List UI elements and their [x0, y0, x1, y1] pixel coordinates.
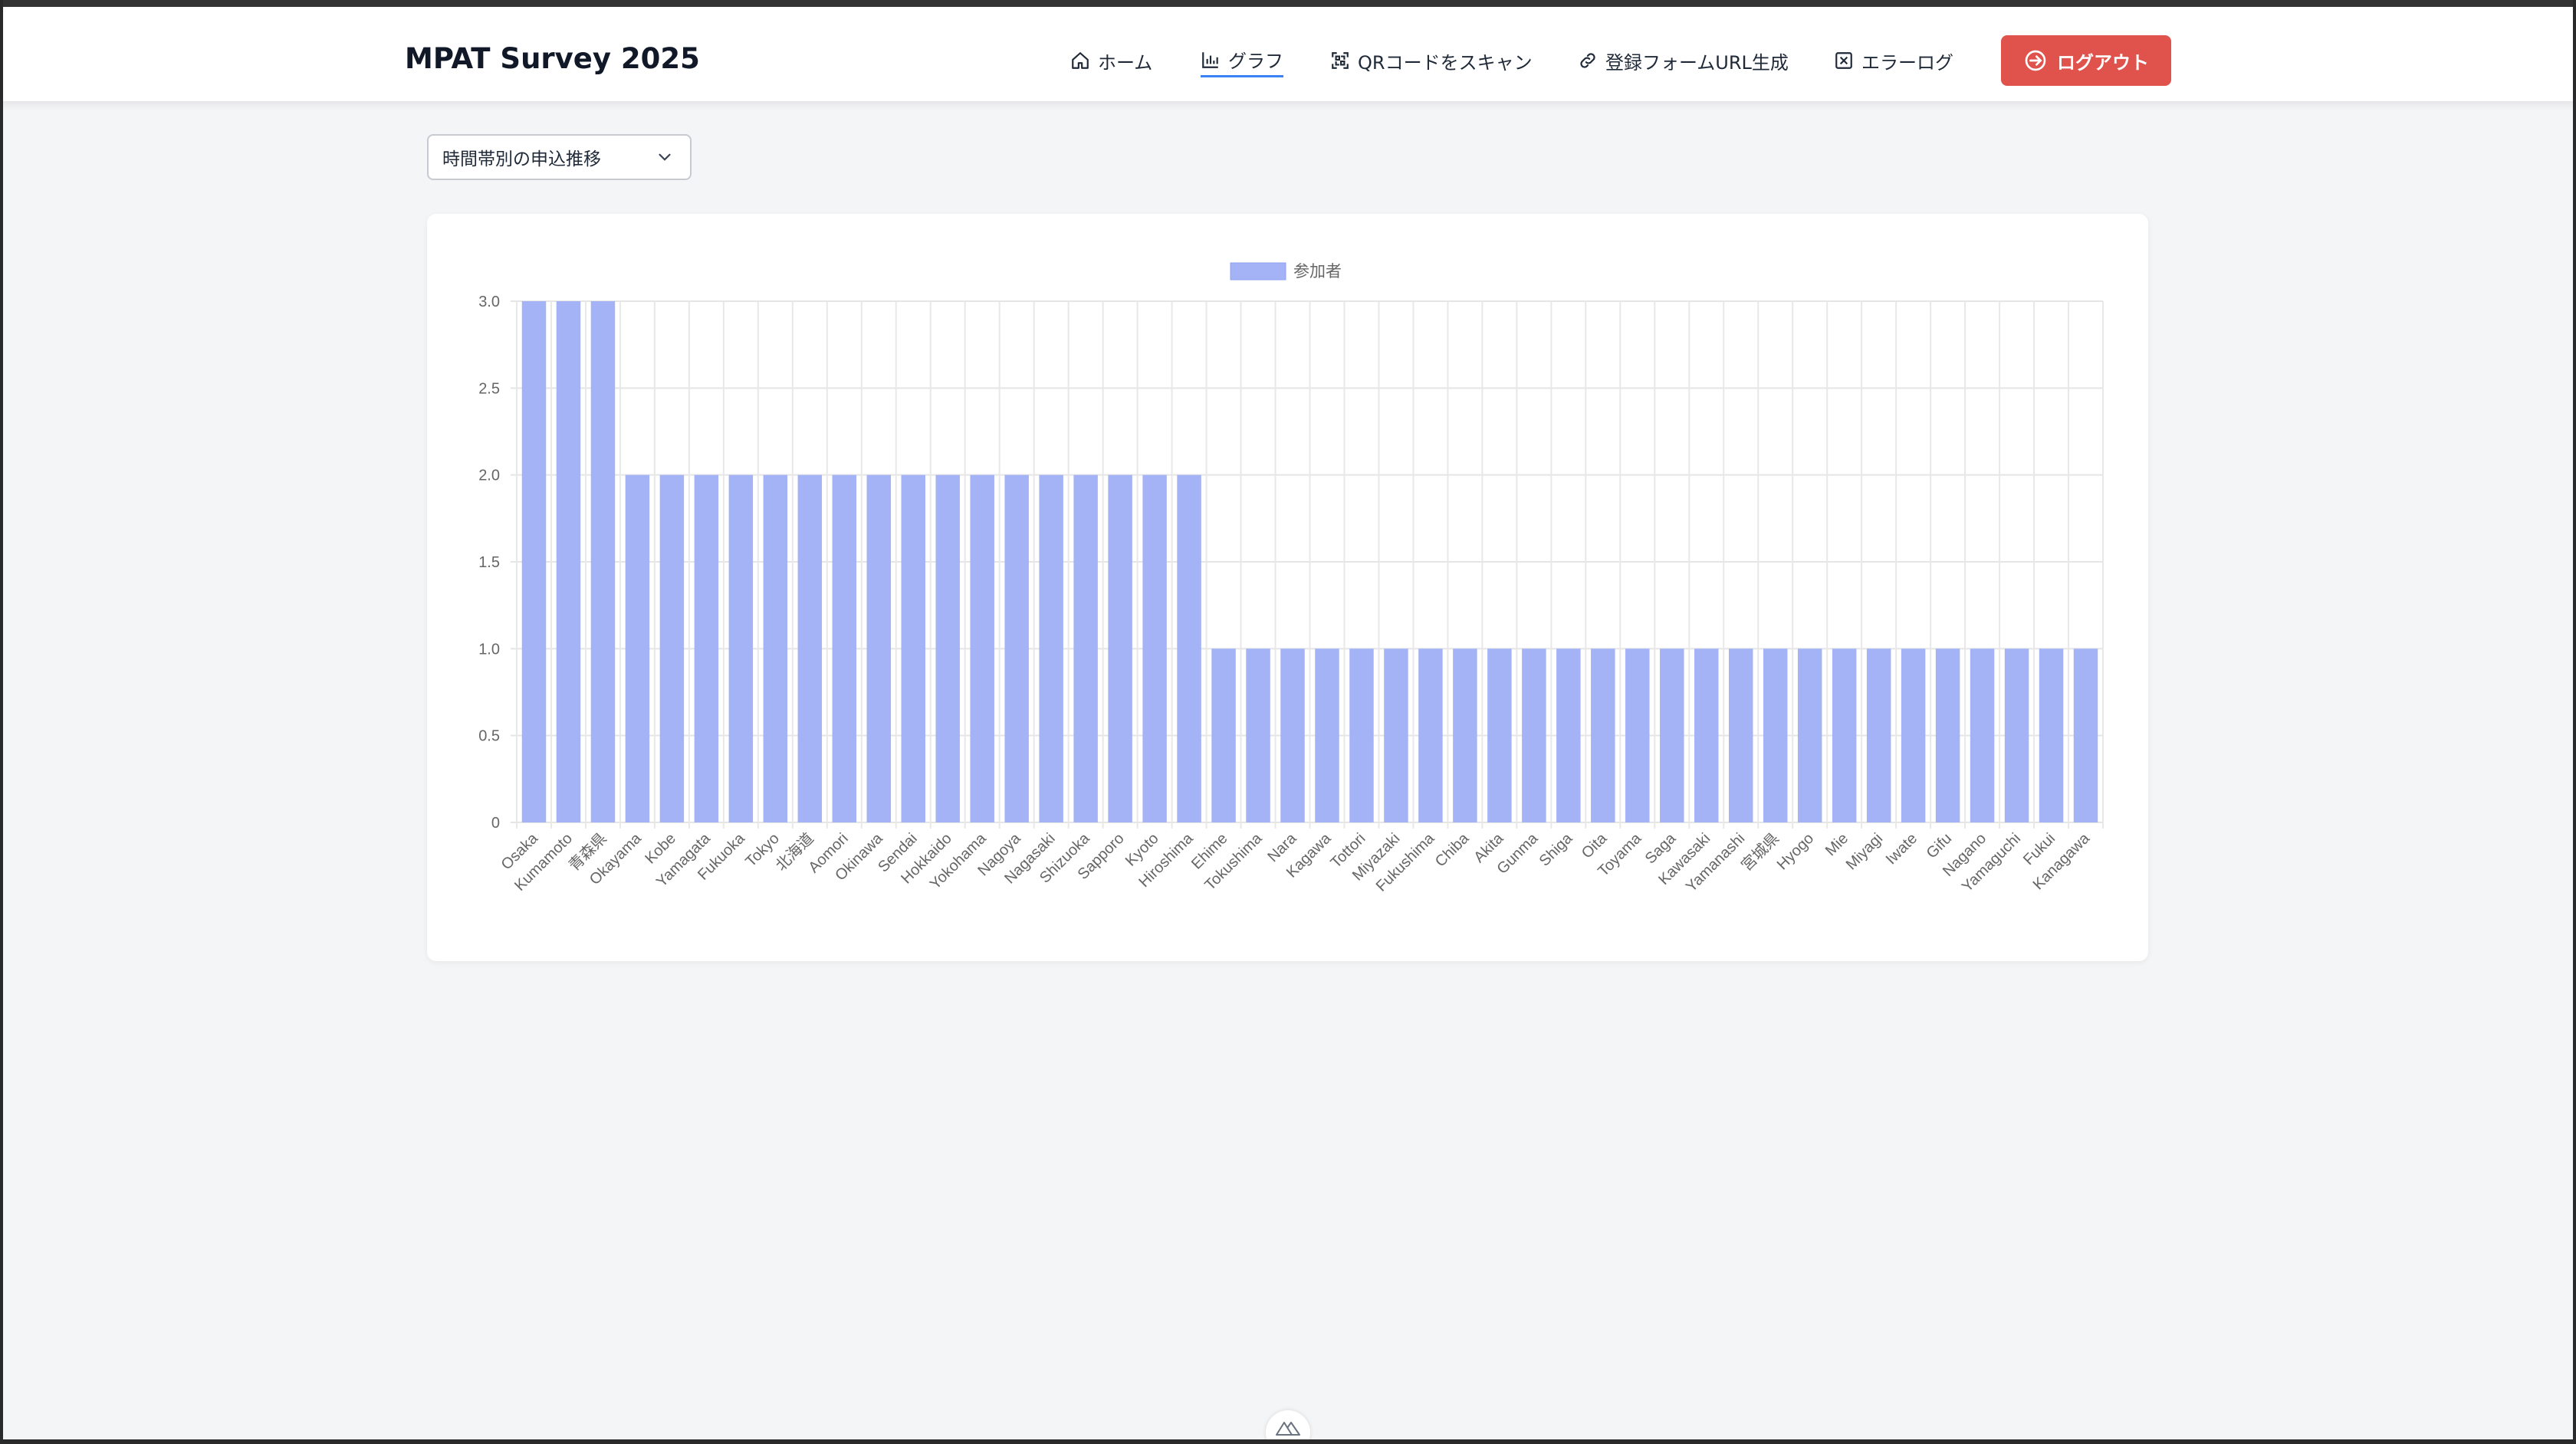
- error-log-icon: [1835, 52, 1852, 69]
- x-tick-label: Shiga: [1536, 829, 1576, 869]
- bar: [901, 474, 925, 822]
- logout-button[interactable]: ログアウト: [2001, 35, 2171, 86]
- bar: [1556, 648, 1581, 822]
- x-tick-label: Iwate: [1883, 830, 1921, 868]
- logout-icon: [2025, 50, 2046, 71]
- y-tick-label: 2.5: [478, 380, 500, 397]
- bar: [1073, 474, 1098, 822]
- chart-type-value: 時間帯別の申込推移: [442, 149, 601, 169]
- x-tick-label: Miyagi: [1843, 830, 1886, 873]
- y-tick-label: 1.5: [478, 554, 500, 571]
- chart-card: 0 0.5 1.0 1.5 2.0 2.5 3.0 Osaka Kumamoto 青森県 Okaya…: [427, 214, 2148, 961]
- bar: [2073, 648, 2098, 822]
- bar: [521, 301, 547, 822]
- bar: [556, 301, 581, 822]
- y-tick-label: 0: [491, 815, 500, 832]
- bar: [1384, 648, 1408, 822]
- bar: [1487, 648, 1512, 822]
- nav-form-url-label: 登録フォームURL生成: [1605, 51, 1789, 74]
- y-tick-label: 1.0: [478, 641, 500, 658]
- bar: [728, 474, 754, 822]
- bar: [1177, 474, 1201, 822]
- bar: [1246, 648, 1270, 822]
- bar: [1728, 648, 1753, 822]
- bar: [763, 474, 788, 822]
- x-tick-label: Mie: [1822, 830, 1852, 859]
- bar: [694, 474, 719, 822]
- bar: [1797, 648, 1822, 822]
- bar: [1694, 648, 1719, 822]
- legend-label: 参加者: [1293, 263, 1342, 281]
- legend-swatch: [1230, 262, 1286, 281]
- bar: [2039, 648, 2064, 822]
- nav-error-log-label: エラーログ: [1861, 51, 1953, 74]
- qr-scan-icon: [1332, 52, 1349, 69]
- bar: [1039, 474, 1063, 822]
- bar: [1522, 648, 1546, 822]
- nav-qr-scan[interactable]: QRコードをスキャン: [1330, 44, 1533, 77]
- top-navbar: MPAT Survey 2025 ホーム グラフ QRコードをスキャン 登録フォ…: [0, 0, 2576, 101]
- y-tick-label: 0.5: [478, 728, 500, 745]
- bar: [590, 301, 616, 822]
- bar: [1901, 648, 1926, 822]
- bar: [1453, 648, 1477, 822]
- nav-home-label: ホーム: [1098, 51, 1153, 74]
- app-title: MPAT Survey 2025: [405, 42, 700, 75]
- bar: [797, 474, 823, 822]
- nav-error-log[interactable]: エラーログ: [1834, 44, 1953, 77]
- devtools-toggle[interactable]: [1266, 1410, 1310, 1444]
- nav-qr-label: QRコードをスキャン: [1358, 51, 1533, 74]
- bar: [1315, 648, 1339, 822]
- bar: [1211, 648, 1236, 822]
- bar: [1970, 648, 1995, 822]
- chart-type-select[interactable]: 時間帯別の申込推移: [427, 134, 692, 180]
- bar: [1625, 648, 1650, 822]
- bar: [625, 474, 650, 822]
- logout-label: ログアウト: [2057, 51, 2149, 74]
- bar: [1866, 648, 1891, 822]
- bar: [1591, 648, 1615, 822]
- bar: [832, 474, 857, 822]
- bar: [1004, 474, 1029, 822]
- bar: [2004, 648, 2029, 822]
- x-tick-label: Chiba: [1432, 829, 1473, 870]
- bar: [659, 474, 685, 822]
- bar: [1935, 648, 1960, 822]
- nav-form-url[interactable]: 登録フォームURL生成: [1578, 44, 1789, 77]
- bar-chart: 00.51.01.52.02.53.0OsakaKumamoto青森県Okaya…: [478, 262, 2104, 895]
- y-tick-label: 3.0: [478, 294, 500, 310]
- mountain-logo-icon: [1276, 1422, 1300, 1436]
- x-tick-label: 宮城県: [1738, 829, 1783, 875]
- bar: [1660, 648, 1684, 822]
- bar: [1418, 648, 1443, 822]
- bar: [1832, 648, 1857, 822]
- nav-graph[interactable]: グラフ: [1201, 44, 1283, 77]
- nav-graph-label: グラフ: [1228, 51, 1283, 72]
- bar: [935, 474, 960, 822]
- chevron-down-icon: [659, 153, 671, 161]
- bar: [1349, 648, 1374, 822]
- bar: [866, 474, 892, 822]
- bar: [1108, 474, 1132, 822]
- home-icon: [1072, 52, 1089, 69]
- bar-chart-icon: [1202, 51, 1218, 68]
- nav-home[interactable]: ホーム: [1070, 44, 1152, 77]
- link-icon: [1580, 53, 1595, 68]
- x-tick-label: Hyogo: [1774, 830, 1817, 873]
- bar: [970, 474, 994, 822]
- y-tick-label: 2.0: [478, 468, 500, 484]
- bar: [1763, 648, 1788, 822]
- bar: [1280, 648, 1305, 822]
- bar: [1142, 474, 1167, 822]
